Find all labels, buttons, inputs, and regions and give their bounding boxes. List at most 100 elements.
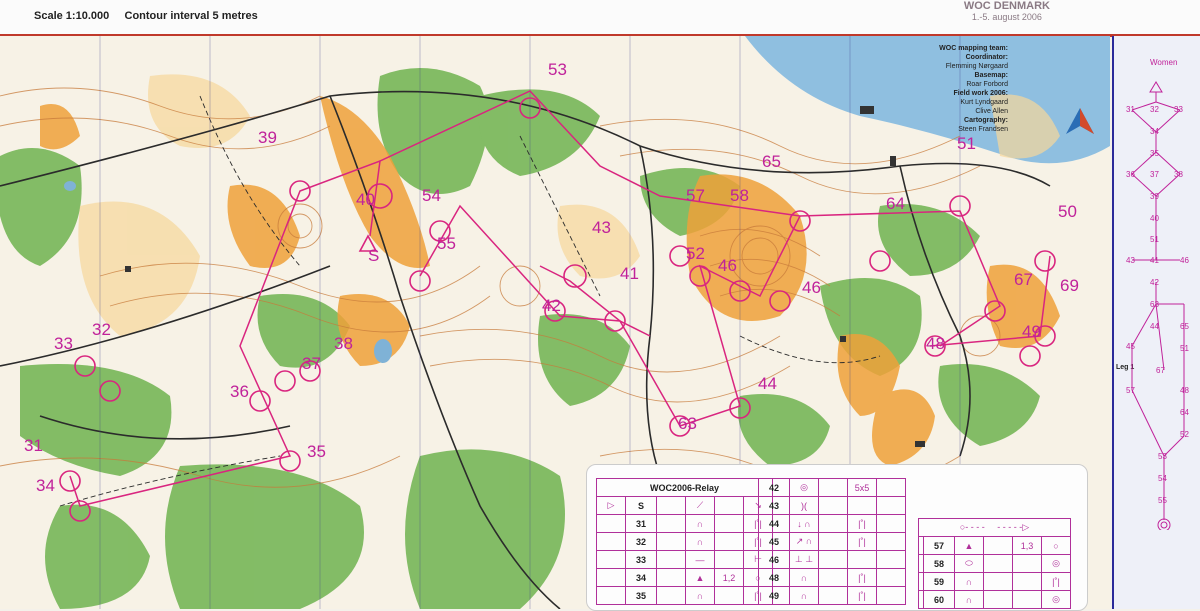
control-label: 35 xyxy=(307,442,326,461)
control-label: 42 xyxy=(542,296,561,315)
credit-basemap: Roar Forbord xyxy=(966,81,1008,88)
description-table-3: ○- - - - - - - - -▷ 57 ▲ 1,3 ○ 58 ⬭ ◎ 59 ∩ |˚| … xyxy=(918,518,1071,609)
control-label: 33 xyxy=(54,334,73,353)
credit-cartography: Steen Frandsen xyxy=(958,126,1008,133)
sidebar-node: 51 xyxy=(1150,235,1159,244)
control-label: 58 xyxy=(730,186,749,205)
control-label: 51 xyxy=(957,134,976,153)
control-code: 58 xyxy=(923,554,955,573)
sidebar-node: 36 xyxy=(1126,170,1135,179)
sidebar-node: 45 xyxy=(1126,342,1135,351)
credit-coordinator: Flemming Nørgaard xyxy=(945,63,1008,70)
control-code: 60 xyxy=(923,590,955,609)
sidebar-node: 67 xyxy=(1156,366,1165,375)
sidebar-node: 52 xyxy=(1180,430,1189,439)
sidebar-node: 31 xyxy=(1126,105,1135,114)
control-code: 45 xyxy=(758,532,790,551)
sidebar-node: 54 xyxy=(1158,474,1167,483)
control-label: 54 xyxy=(422,186,441,205)
sidebar-node: 35 xyxy=(1150,149,1159,158)
sidebar-node: 57 xyxy=(1126,386,1135,395)
control-label: 50 xyxy=(1058,202,1077,221)
start-label: S xyxy=(625,496,657,515)
control-label: 31 xyxy=(24,436,43,455)
control-label: 65 xyxy=(762,152,781,171)
contour-text: Contour interval 5 metres xyxy=(124,10,258,22)
control-code: 33 xyxy=(625,550,657,569)
control-label: 53 xyxy=(548,60,567,79)
scale-info: Scale 1:10.000 Contour interval 5 metres xyxy=(34,10,258,22)
sidebar-node: 64 xyxy=(1180,408,1189,417)
event-title: WOC DENMARK 1.-5. august 2006 xyxy=(964,0,1050,22)
control-label: 32 xyxy=(92,320,111,339)
credit-team: WOC mapping team: xyxy=(939,45,1008,52)
description-table-2: 42 ◎ 5x5 43)( 44 ↓ ∩ |˚| 45 ↗ ∩ |˚| 46 ⊥ ⊥ 48 ∩ |… xyxy=(758,478,906,605)
sidebar-node: 44 xyxy=(1150,322,1159,331)
sidebar-node: 41 xyxy=(1150,256,1159,265)
control-code: 57 xyxy=(923,536,955,555)
sidebar-node: 46 xyxy=(1180,256,1189,265)
control-label: 34 xyxy=(36,476,55,495)
sidebar-node: 51 xyxy=(1180,344,1189,353)
control-code: 48 xyxy=(758,568,790,587)
control-label: 43 xyxy=(592,218,611,237)
control-code: 32 xyxy=(625,532,657,551)
control-label: 37 xyxy=(302,354,321,373)
control-label: 63 xyxy=(678,414,697,433)
control-label: 41 xyxy=(620,264,639,283)
sidebar-node: 48 xyxy=(1180,386,1189,395)
control-label: 52 xyxy=(686,244,705,263)
credit-fieldwork-label: Field work 2006: xyxy=(953,90,1008,97)
sidebar-node: 34 xyxy=(1150,127,1159,136)
control-code: 35 xyxy=(625,586,657,605)
credit-basemap-label: Basemap: xyxy=(974,72,1008,79)
sidebar-node: 63 xyxy=(1150,300,1159,309)
control-code: 34 xyxy=(625,568,657,587)
sidebar-node: 65 xyxy=(1180,322,1189,331)
description-table-1: WOC2006-Relay ▷ S ⟋ ↘ 31 ∩ |˚| 32 ∩ |˚| 33— ⊢ 34… xyxy=(596,478,773,605)
sidebar-node: 53 xyxy=(1158,452,1167,461)
sidebar-node: 33 xyxy=(1174,105,1183,114)
control-label: 40 xyxy=(356,190,375,209)
control-label: 46 xyxy=(802,278,821,297)
sidebar-title: Women xyxy=(1150,58,1178,67)
start-triangle-icon: ▷ xyxy=(596,496,626,515)
control-code: 46 xyxy=(758,550,790,569)
control-label: 48 xyxy=(926,334,945,353)
credit-fieldwork2: Clive Allen xyxy=(975,108,1008,115)
sidebar-node: 32 xyxy=(1150,105,1159,114)
sidebar-node: 38 xyxy=(1174,170,1183,179)
control-label: 69 xyxy=(1060,276,1079,295)
control-label: 38 xyxy=(334,334,353,353)
credit-cartography-label: Cartography: xyxy=(964,117,1008,124)
control-label: 67 xyxy=(1014,270,1033,289)
sidebar-node: 55 xyxy=(1158,496,1167,505)
control-code: 43 xyxy=(758,496,790,515)
control-code: 31 xyxy=(625,514,657,533)
control-code: 49 xyxy=(758,586,790,605)
control-code: 42 xyxy=(758,478,790,497)
control-label: 57 xyxy=(686,186,705,205)
control-label: S xyxy=(368,246,380,265)
credit-fieldwork1: Kurt Lyndgaard xyxy=(960,99,1008,106)
credit-coordinator-label: Coordinator: xyxy=(965,54,1008,61)
control-label: 55 xyxy=(437,234,456,253)
mapping-credits: WOC mapping team: Coordinator: Flemming … xyxy=(890,44,1008,134)
control-label: 64 xyxy=(886,194,905,213)
sidebar-node: 43 xyxy=(1126,256,1135,265)
dimension-text: 1,3 xyxy=(1012,536,1042,555)
sidebar-node: 42 xyxy=(1150,278,1159,287)
control-label: 49 xyxy=(1022,322,1041,341)
event-name: WOC DENMARK xyxy=(963,0,1050,12)
control-label: 36 xyxy=(230,382,249,401)
sidebar-node: 37 xyxy=(1150,170,1159,179)
dimension-text: 5x5 xyxy=(847,478,877,497)
scale-text: Scale 1:10.000 xyxy=(34,10,110,22)
sidebar-node: 39 xyxy=(1150,192,1159,201)
control-code: 44 xyxy=(758,514,790,533)
dimension-text: 1,2 xyxy=(714,568,744,587)
control-label: 44 xyxy=(758,374,777,393)
map-header: Scale 1:10.000 Contour interval 5 metres… xyxy=(0,0,1200,37)
sidebar-nodes: 31 32 33 34 35 36 37 38 39 40 51 41 42 4… xyxy=(1112,70,1200,530)
control-label: 39 xyxy=(258,128,277,147)
